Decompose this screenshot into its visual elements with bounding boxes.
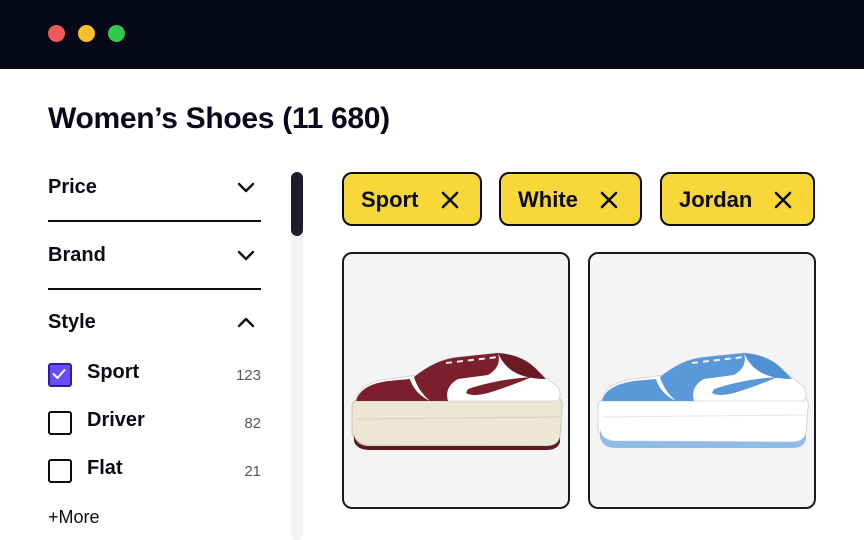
style-option-label: Flat	[87, 457, 123, 479]
chevron-down-icon	[237, 182, 255, 193]
filter-style-header[interactable]: Style	[48, 298, 261, 348]
filter-style-label: Style	[48, 311, 96, 333]
style-option-count: 123	[235, 367, 261, 384]
sneaker-image	[351, 352, 563, 450]
filter-brand-label: Brand	[48, 244, 106, 266]
more-link[interactable]: +More	[48, 507, 100, 528]
style-option-count: 82	[244, 415, 261, 432]
minimize-window-button[interactable]	[78, 25, 95, 42]
chip-jordan[interactable]: Jordan	[660, 172, 815, 226]
close-icon[interactable]	[600, 191, 618, 209]
window-titlebar	[0, 0, 864, 69]
filter-price-label: Price	[48, 176, 97, 198]
filter-price[interactable]: Price	[48, 156, 261, 222]
check-icon	[52, 369, 66, 379]
style-option-sport[interactable]: Sport 123	[48, 361, 261, 389]
page-title: Women’s Shoes (11 680)	[48, 102, 390, 135]
close-window-button[interactable]	[48, 25, 65, 42]
maximize-window-button[interactable]	[108, 25, 125, 42]
product-card[interactable]	[342, 252, 570, 509]
chip-white[interactable]: White	[499, 172, 642, 226]
style-option-label: Sport	[87, 361, 140, 383]
style-option-label: Driver	[87, 409, 145, 431]
sneaker-image	[597, 352, 809, 448]
filter-brand[interactable]: Brand	[48, 224, 261, 290]
checkbox[interactable]	[48, 459, 72, 483]
style-option-count: 21	[244, 463, 261, 480]
checkbox-checked[interactable]	[48, 363, 72, 387]
chevron-down-icon	[237, 250, 255, 261]
chip-sport[interactable]: Sport	[342, 172, 482, 226]
chip-label: Jordan	[679, 187, 753, 212]
style-option-driver[interactable]: Driver 82	[48, 409, 261, 437]
sidebar-scrollbar-thumb[interactable]	[291, 172, 303, 236]
checkbox[interactable]	[48, 411, 72, 435]
close-icon[interactable]	[774, 191, 792, 209]
chip-label: Sport	[361, 187, 419, 212]
chevron-up-icon	[237, 317, 255, 328]
chip-label: White	[518, 187, 578, 212]
style-option-flat[interactable]: Flat 21	[48, 457, 261, 485]
close-icon[interactable]	[441, 191, 459, 209]
product-card[interactable]	[588, 252, 816, 509]
